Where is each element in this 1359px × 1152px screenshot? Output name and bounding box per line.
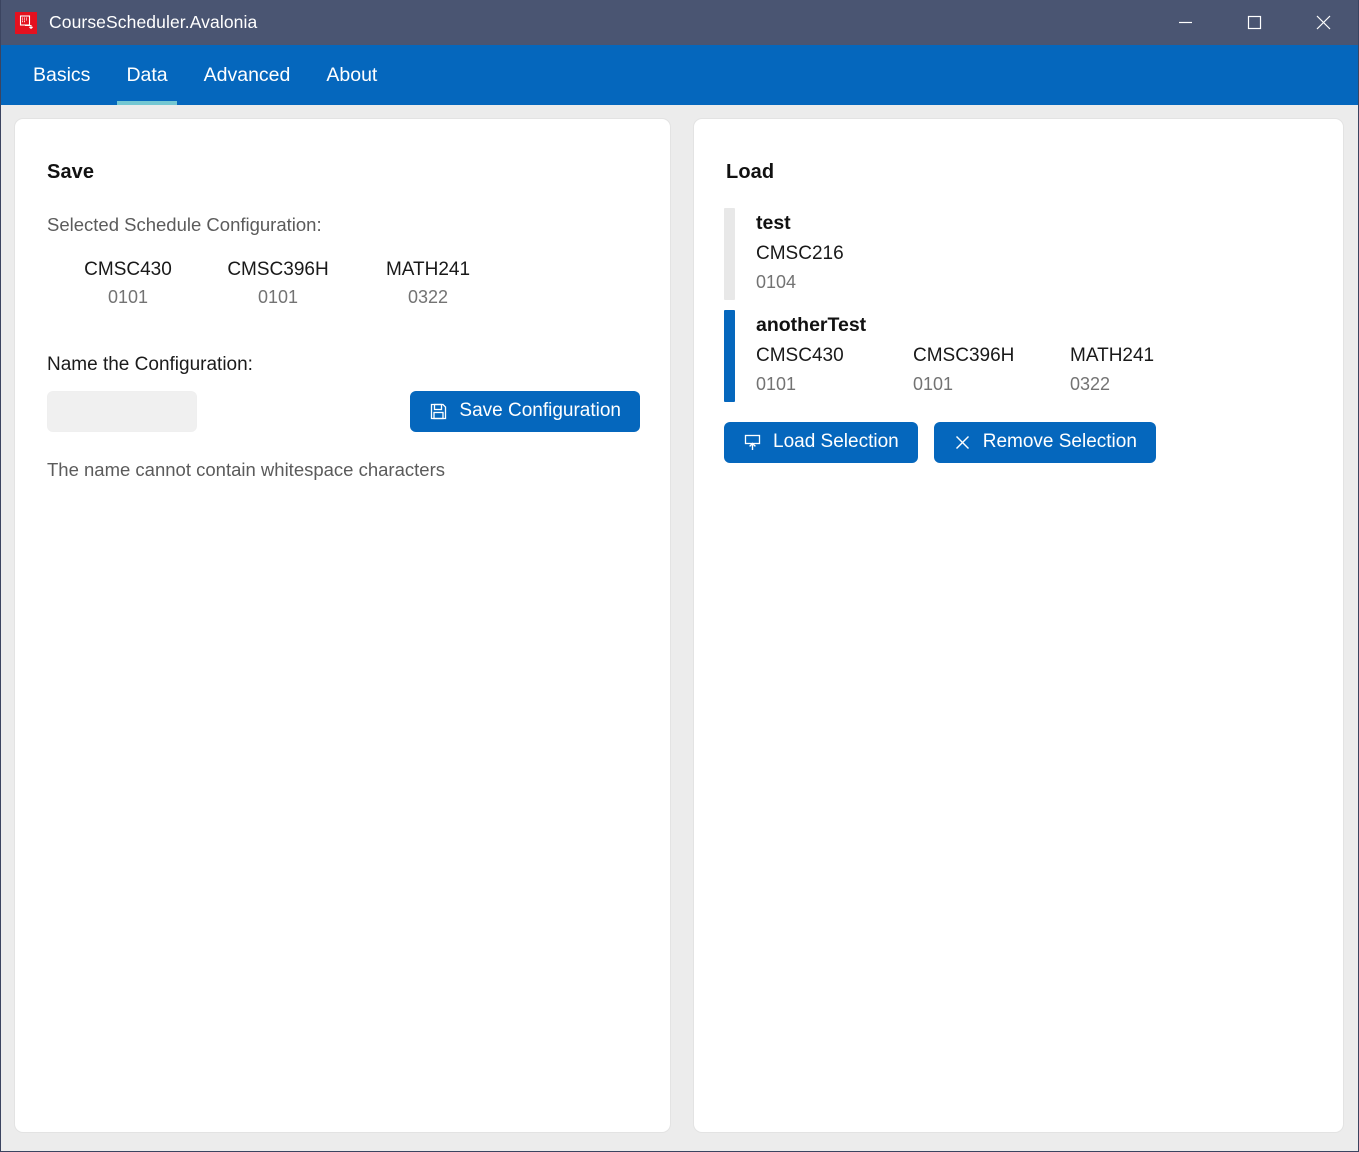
course-name: MATH241 [1070,345,1155,366]
list-item-course-cell: CMSC396H 0101 [913,342,1070,398]
tab-data[interactable]: Data [108,45,185,105]
load-panel: Load test CMSC216 0104 anotherTest CMSC4… [693,118,1344,1133]
save-configuration-button[interactable]: Save Configuration [410,390,640,432]
tab-basics-label: Basics [33,63,91,86]
selected-course-cell: CMSC396H 0101 [203,256,353,310]
list-item-course-cell: MATH241 0322 [1070,342,1227,398]
configuration-name-input[interactable] [47,390,197,432]
close-x-icon [953,433,972,452]
course-section: 0322 [1070,373,1111,394]
course-section: 0101 [913,373,954,394]
list-item-course-cell: CMSC430 0101 [756,342,913,398]
tab-about-label: About [326,63,378,86]
course-section: 0101 [756,373,797,394]
selection-accent-bar [724,208,735,300]
tab-data-underline [117,101,177,105]
list-item[interactable]: test CMSC216 0104 [724,208,1313,300]
tab-data-label: Data [126,63,168,86]
load-selection-button[interactable]: Load Selection [724,421,918,463]
remove-selection-button[interactable]: Remove Selection [933,421,1156,463]
list-item-course-row: CMSC216 0104 [756,240,913,296]
course-section: 0322 [407,286,449,307]
window-controls [1151,0,1358,45]
save-configuration-button-label: Save Configuration [459,400,621,422]
selection-accent-bar [724,309,735,402]
floppy-disk-icon [429,402,448,421]
selected-configuration-label: Selected Schedule Configuration: [47,214,322,235]
close-button[interactable] [1289,0,1358,45]
title-bar-left: CourseScheduler.Avalonia [1,11,258,34]
save-heading: Save [47,161,95,183]
course-name: CMSC216 [756,243,844,265]
selected-course-row: CMSC430 0101 CMSC396H 0101 MATH241 0322 [45,256,640,310]
course-name: CMSC430 [756,345,844,366]
window-title: CourseScheduler.Avalonia [49,11,258,32]
name-configuration-label: Name the Configuration: [47,353,253,375]
course-section: 0104 [756,271,797,292]
load-heading: Load [726,161,775,183]
load-panel-actions: Load Selection Remove Selection [724,421,1313,463]
tab-basics[interactable]: Basics [15,45,108,105]
list-item-body: test CMSC216 0104 [735,208,913,300]
minimize-button[interactable] [1151,0,1220,45]
remove-selection-button-label: Remove Selection [982,431,1137,452]
tab-advanced[interactable]: Advanced [186,45,309,105]
list-item-title: test [756,212,791,234]
course-name: CMSC396H [227,259,329,280]
selected-course-cell: CMSC430 0101 [53,256,203,310]
list-item-title: anotherTest [756,313,867,336]
title-bar: CourseScheduler.Avalonia [1,0,1358,45]
course-name: MATH241 [385,259,471,280]
name-configuration-row: Save Configuration [45,390,640,432]
tab-bar: Basics Data Advanced About [1,45,1358,105]
app-window: CourseScheduler.Avalonia Basics Data Adv… [0,0,1359,1152]
course-name: CMSC396H [913,345,1015,366]
upload-tray-icon [743,433,762,452]
main-content: Save Selected Schedule Configuration: CM… [1,105,1358,1151]
list-item-course-cell: CMSC216 0104 [756,240,913,296]
tab-advanced-label: Advanced [203,63,291,86]
selected-course-cell: MATH241 0322 [353,256,503,310]
maximize-button[interactable] [1220,0,1289,45]
list-item-body: anotherTest CMSC430 0101 CMSC396H 0101 M… [735,310,1227,402]
load-selection-button-label: Load Selection [773,431,899,452]
name-validation-hint: The name cannot contain whitespace chara… [47,458,445,480]
course-name: CMSC430 [84,259,172,280]
saved-configurations-list: test CMSC216 0104 anotherTest CMSC430 01… [724,208,1313,402]
course-section: 0101 [257,286,299,307]
app-window-icon [15,11,37,34]
course-section: 0101 [107,286,149,307]
tab-about[interactable]: About [308,45,395,105]
list-item[interactable]: anotherTest CMSC430 0101 CMSC396H 0101 M… [724,309,1313,402]
list-item-course-row: CMSC430 0101 CMSC396H 0101 MATH241 0322 [756,342,1227,398]
save-panel: Save Selected Schedule Configuration: CM… [14,118,671,1133]
